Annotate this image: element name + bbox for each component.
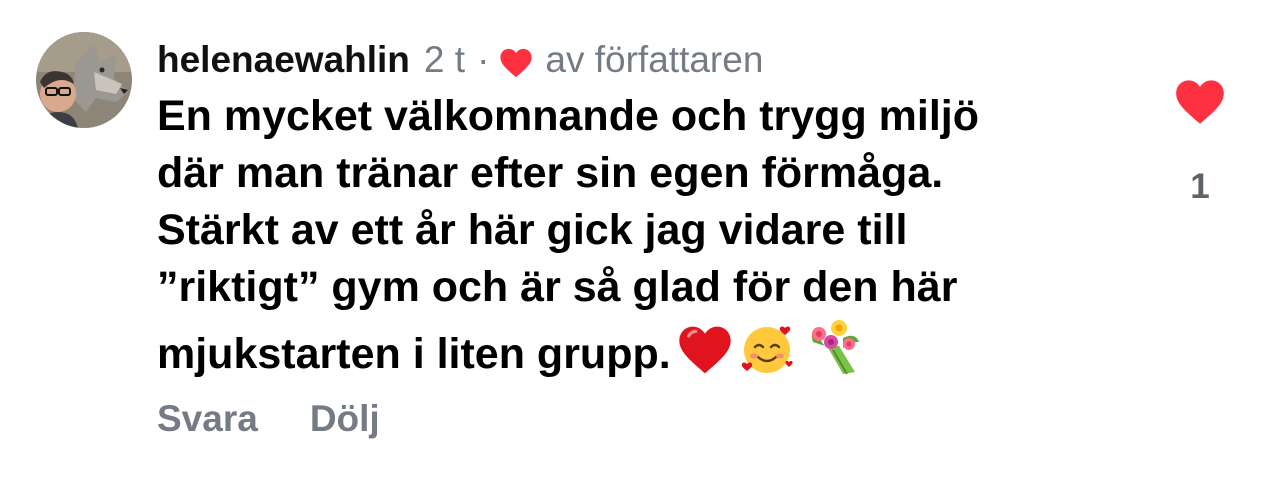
- comment-text-line: ”riktigt” gym och är så glad för den här: [157, 263, 958, 311]
- comment-text-line: där man tränar efter sin egen förmåga.: [157, 149, 944, 197]
- comment-item: helenaewahlin 2 t · av författaren En my…: [0, 0, 1284, 482]
- comment-text-line-last: mjukstarten i liten grupp.: [157, 316, 1117, 391]
- comment-timestamp[interactable]: 2 t: [424, 39, 465, 81]
- username-link[interactable]: helenaewahlin: [157, 39, 410, 81]
- avatar-image: [36, 32, 132, 128]
- reply-button[interactable]: Svara: [157, 398, 258, 440]
- heart-icon: [499, 46, 533, 78]
- comment-text: En mycket välkomnande och trygg miljö dä…: [157, 88, 1117, 391]
- avatar[interactable]: [36, 32, 132, 128]
- like-button[interactable]: [1168, 78, 1232, 131]
- comment-text-line: mjukstarten i liten grupp.: [157, 330, 671, 378]
- comment-text-line: Stärkt av ett år här gick jag vidare til…: [157, 206, 908, 254]
- smiling-face-with-hearts-emoji-icon: [739, 320, 797, 391]
- bouquet-emoji-icon: [803, 316, 863, 391]
- meta-separator: ·: [477, 39, 490, 80]
- hide-button[interactable]: Dölj: [310, 398, 380, 440]
- like-count[interactable]: 1: [1168, 167, 1232, 207]
- comment-body: helenaewahlin 2 t · av författaren En my…: [157, 34, 1117, 391]
- red-heart-emoji-icon: [677, 324, 733, 391]
- liked-by-author-label: av författaren: [545, 39, 764, 80]
- like-column: 1: [1168, 78, 1232, 207]
- heart-icon: [1174, 80, 1226, 130]
- comment-meta: helenaewahlin 2 t · av författaren: [157, 34, 1117, 86]
- comment-text-line: En mycket välkomnande och trygg miljö: [157, 92, 979, 140]
- comment-actions: Svara Dölj: [157, 398, 380, 440]
